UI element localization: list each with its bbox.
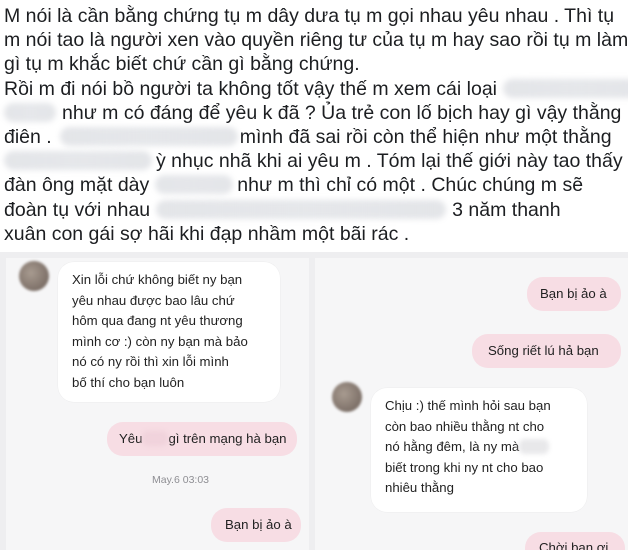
sent-message: Bạn bị ảo à — [211, 508, 301, 542]
message-line: Xin lỗi chứ không biết ny bạn — [72, 272, 243, 287]
message-line: yêu nhau được bao lâu chứ — [72, 292, 235, 308]
post-line: đàn ông mặt dày như m thì chỉ có một . Ch… — [4, 173, 624, 197]
sent-message: Bạn bị ảo à — [527, 277, 621, 311]
post-line: gì tụ m khắc biết chứ cần gì bằng chứng. — [4, 53, 360, 76]
redacted-blur — [156, 199, 447, 219]
message-text: Yêu — [119, 431, 143, 446]
message-line: nhiêu thằng — [385, 480, 454, 495]
post-line-text: 3 năm thanh — [452, 198, 561, 221]
received-message: Xin lỗi chứ không biết ny bạn yêu nhau đ… — [58, 262, 280, 402]
received-message: Chịu :) thế mình hỏi sau bạn còn bao nhi… — [371, 388, 587, 512]
redacted-blur — [4, 151, 152, 171]
post-line-text: Rồi m đi nói bồ người ta không tốt vậy t… — [4, 77, 497, 100]
message-line: mình cơ :) còn ny bạn mà bảo — [72, 333, 248, 349]
message-line: còn bao nhiều thằng nt cho — [385, 418, 545, 434]
post-line: ỳ nhục nhã khi ai yêu m . Tóm lại thế gi… — [4, 149, 624, 173]
post-line-text: đàn ông mặt dày — [4, 174, 150, 197]
post-line-text: ỳ nhục nhã khi ai yêu m . Tóm lại thế gi… — [156, 150, 623, 173]
post-line-text: như m có đáng để yêu k đã ? Ủa trẻ con l… — [62, 101, 622, 124]
message-line: Chịu :) thế mình hỏi sau bạn — [385, 398, 551, 413]
redacted-blur — [59, 126, 238, 146]
chat-screenshot-right: Bạn bị ảo à Sống riết lú hả bạn Chịu :) … — [315, 258, 628, 550]
timestamp: May.6 03:03 — [152, 474, 210, 486]
post-line-text: mình đã sai rồi còn thể hiện như một thằ… — [239, 125, 612, 148]
message-text: nó hằng đêm, là ny mà — [385, 439, 520, 454]
message-text: gì trên mạng hà bạn — [168, 431, 287, 446]
avatar — [332, 382, 362, 412]
redacted-blur — [142, 431, 169, 446]
post-line: m nói tao là người xen vào quyền riêng t… — [4, 29, 628, 52]
message-line: hôm qua đang nt yêu thương — [72, 313, 243, 328]
chat-screenshot-left: Xin lỗi chứ không biết ny bạn yêu nhau đ… — [6, 258, 309, 550]
redacted-blur — [519, 439, 550, 454]
post-line: M nói là cần bằng chứng tụ m dây dưa tụ … — [4, 5, 615, 27]
post-line: đoàn tụ với nhau 3 năm thanh — [4, 198, 624, 222]
avatar — [19, 261, 49, 291]
message-line: nó có ny rồi thì xin lỗi mình — [72, 354, 229, 369]
sent-message: Sống riết lú hả bạn — [472, 334, 621, 368]
post-line-text: như m thì chỉ có một . Chúc chúng m sẽ — [237, 174, 584, 197]
redacted-blur — [503, 78, 628, 98]
chat-screenshots: Xin lỗi chứ không biết ny bạn yêu nhau đ… — [0, 252, 628, 550]
message-line: bố thí cho bạn luôn — [72, 374, 185, 390]
post-line: Rồi m đi nói bồ người ta không tốt vậy t… — [4, 77, 628, 101]
message-line: nó hằng đêm, là ny mà — [385, 437, 587, 458]
redacted-blur — [4, 102, 56, 122]
post-line-text: điên . — [4, 125, 52, 148]
sent-message: Yêu gì trên mạng hà bạn — [107, 422, 297, 456]
sent-message: Chời bạn ơi — [525, 532, 625, 550]
post-line: như m có đáng để yêu k đã ? Ủa trẻ con l… — [4, 101, 624, 125]
message-line: biết trong khi ny nt cho bao — [385, 459, 544, 475]
post-text: M nói là cần bằng chứng tụ m dây dưa tụ … — [4, 4, 628, 246]
post-line-text: đoàn tụ với nhau — [4, 198, 151, 221]
redacted-blur — [155, 175, 234, 195]
post-line: xuân con gái sợ hãi khi đạp nhầm một bãi… — [4, 222, 410, 245]
post-line: điên . mình đã sai rồi còn thể hiện như m… — [4, 125, 624, 149]
